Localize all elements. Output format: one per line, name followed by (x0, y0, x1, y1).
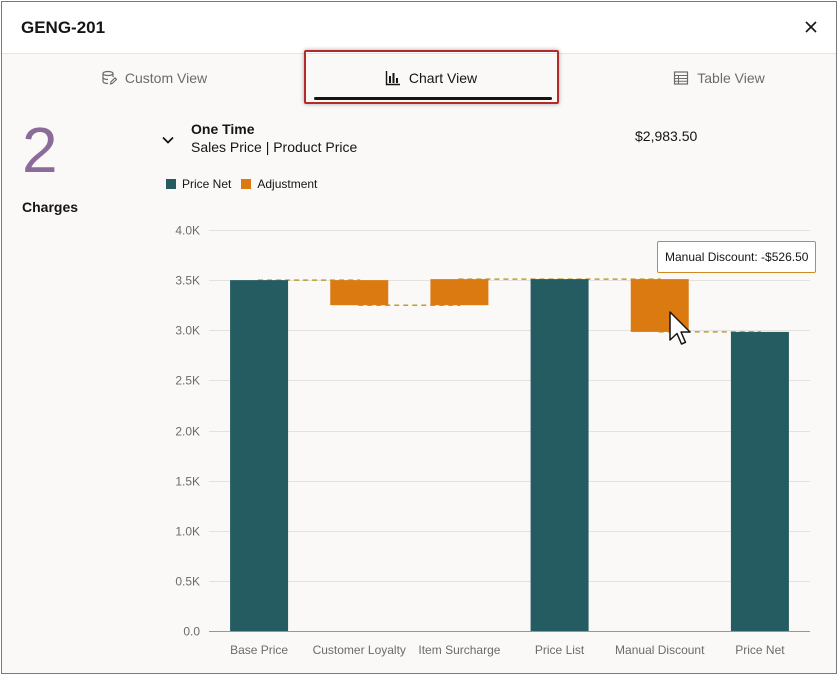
x-tick-label: Manual Discount (615, 643, 705, 657)
mouse-cursor-icon (669, 311, 691, 345)
x-tick-label: Price List (535, 643, 585, 657)
y-tick-label: 3.0K (175, 324, 200, 338)
y-tick-label: 2.5K (175, 374, 200, 388)
bar-base-price[interactable] (230, 280, 289, 631)
y-tick-label: 0.0 (183, 625, 200, 639)
x-tick-label: Price Net (735, 643, 785, 657)
y-tick-label: 0.5K (175, 575, 200, 589)
x-tick-label: Item Surcharge (418, 643, 500, 657)
bar-price-net[interactable] (730, 331, 789, 631)
x-tick-label: Customer Loyalty (313, 643, 406, 657)
y-tick-label: 1.0K (175, 525, 200, 539)
bar-price-list[interactable] (530, 279, 589, 631)
chart-tooltip: Manual Discount: -$526.50 (657, 241, 817, 273)
y-tick-label: 2.0K (175, 425, 200, 439)
y-tick-label: 1.5K (175, 475, 200, 489)
y-tick-label: 3.5K (175, 274, 200, 288)
bar-customer-loyalty[interactable] (330, 280, 389, 306)
x-tick-label: Base Price (230, 643, 288, 657)
y-tick-label: 4.0K (175, 224, 200, 238)
waterfall-chart: 0.0 0.5K 1.0K 1.5K 2.0K 2.5K 3.0K 3.5K 4.0K Base … (175, 224, 810, 657)
bar-item-surcharge[interactable] (430, 279, 489, 306)
dialog: GENG-201 Custom View Chart View Table Vi… (1, 1, 837, 674)
